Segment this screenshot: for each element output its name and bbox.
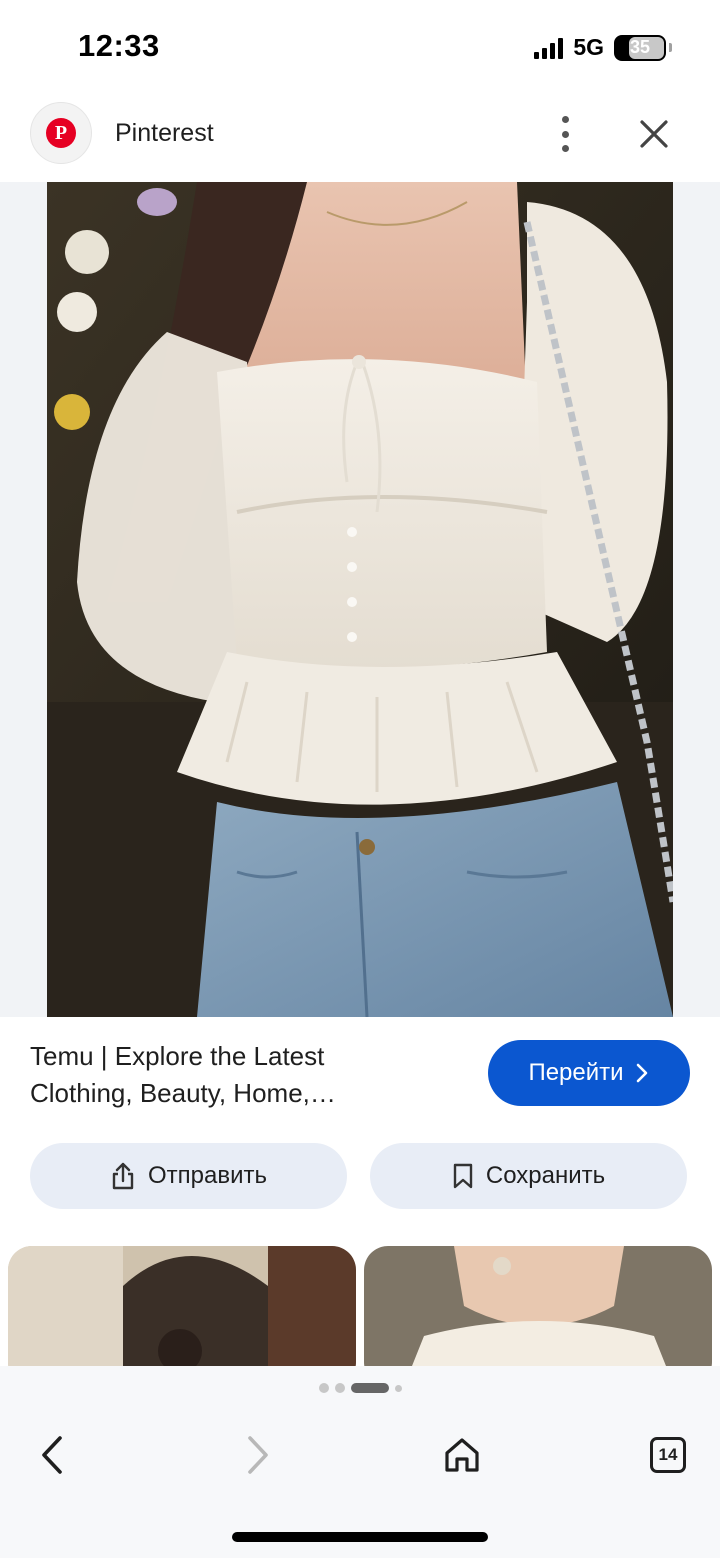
pinterest-logo-icon[interactable]: P <box>30 102 92 164</box>
tabs-button[interactable]: 14 <box>643 1430 693 1480</box>
source-title[interactable]: Pinterest <box>115 119 214 148</box>
status-bar: 12:33 5G 35 <box>0 0 720 92</box>
network-label: 5G <box>573 34 604 60</box>
battery-level: 35 <box>629 37 651 57</box>
home-button[interactable] <box>437 1430 487 1480</box>
share-button[interactable]: Отправить <box>30 1143 347 1209</box>
bookmark-icon <box>453 1163 473 1189</box>
share-button-label: Отправить <box>147 1162 267 1189</box>
page-dot <box>394 1384 402 1392</box>
save-button-label: Сохранить <box>485 1162 606 1189</box>
more-vert-icon[interactable] <box>550 116 580 152</box>
caption-line-1: Temu | Explore the Latest <box>30 1041 325 1071</box>
home-icon <box>445 1438 479 1472</box>
battery-icon: 35 <box>614 34 666 61</box>
share-icon <box>112 1162 134 1190</box>
browser-nav-bar: 14 <box>0 1420 720 1490</box>
chevron-right-icon <box>636 1063 647 1083</box>
page-indicator <box>0 1383 720 1393</box>
page-dot <box>334 1383 345 1393</box>
save-button[interactable]: Сохранить <box>370 1143 687 1209</box>
forward-button[interactable] <box>232 1430 282 1480</box>
page-dot <box>318 1383 329 1393</box>
product-photo <box>47 182 673 1017</box>
back-button[interactable] <box>28 1430 78 1480</box>
caption-line-2: Clothing, Beauty, Home,… <box>30 1078 336 1108</box>
chevron-right-icon <box>248 1436 268 1474</box>
page-dot-active <box>350 1383 389 1393</box>
status-icons: 5G 35 <box>534 34 672 61</box>
chevron-left-icon <box>42 1436 62 1474</box>
tabs-count: 14 <box>650 1437 686 1473</box>
home-indicator[interactable] <box>232 1532 488 1542</box>
visit-button[interactable]: Перейти <box>488 1040 690 1106</box>
image-viewer[interactable] <box>0 182 720 1017</box>
related-thumbnail[interactable] <box>364 1246 712 1366</box>
status-time: 12:33 <box>78 28 160 63</box>
result-caption[interactable]: Temu | Explore the Latest Clothing, Beau… <box>30 1038 450 1112</box>
pinterest-logo-letter: P <box>46 118 76 148</box>
signal-icon <box>534 37 564 59</box>
related-results <box>0 1246 720 1366</box>
visit-button-label: Перейти <box>528 1059 624 1086</box>
related-thumbnail[interactable] <box>8 1246 356 1366</box>
close-icon[interactable] <box>634 114 674 154</box>
source-header: P Pinterest <box>0 92 720 182</box>
